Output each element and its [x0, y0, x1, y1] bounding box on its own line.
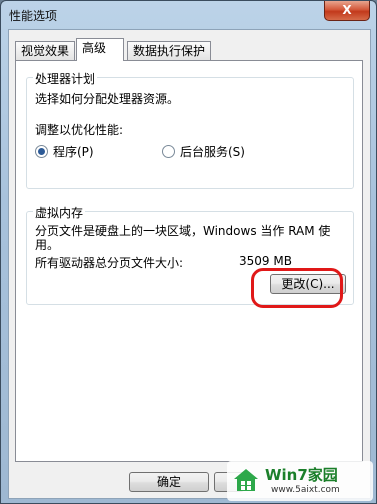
- close-icon: X: [342, 3, 352, 17]
- processor-description: 选择如何分配处理器资源。: [35, 92, 180, 106]
- adjust-label: 调整以优化性能:: [35, 123, 124, 137]
- processor-group-title: 处理器计划: [33, 70, 98, 87]
- title-bar[interactable]: 性能选项 X: [1, 1, 376, 29]
- background-services-radio-label[interactable]: 后台服务(S): [180, 143, 245, 160]
- house-logo-icon: [234, 469, 258, 491]
- dialog-client-area: 视觉效果 高级 数据执行保护 处理器计划 选择如何分配处理器资源。 调整以优化性…: [8, 29, 371, 499]
- tab-dep[interactable]: 数据执行保护: [127, 41, 212, 60]
- virtual-memory-description-line1: 分页文件是硬盘上的一块区域，Windows 当作 RAM 使: [35, 224, 331, 238]
- ok-button[interactable]: 确定: [129, 472, 209, 492]
- tab-visual-effects[interactable]: 视觉效果: [15, 41, 76, 60]
- background-services-radio[interactable]: [162, 145, 175, 158]
- highlight-annotation: [251, 268, 343, 308]
- close-button[interactable]: X: [324, 1, 370, 21]
- watermark: Win7家园 www.5aixt.com: [227, 461, 373, 501]
- watermark-brand: Win7家园: [265, 466, 338, 484]
- window-title: 性能选项: [9, 9, 58, 23]
- paging-total-label: 所有驱动器总分页文件大小:: [35, 256, 184, 270]
- processor-scheduling-group: 处理器计划 选择如何分配处理器资源。 调整以优化性能: 程序(P) 后台服务(S…: [26, 70, 354, 189]
- virtual-memory-description-line2: 用。: [35, 238, 60, 252]
- programs-radio[interactable]: [35, 145, 48, 158]
- advanced-tab-panel: 处理器计划 选择如何分配处理器资源。 调整以优化性能: 程序(P) 后台服务(S…: [15, 60, 363, 462]
- programs-radio-label[interactable]: 程序(P): [53, 143, 94, 160]
- paging-total-value: 3509 MB: [239, 254, 292, 268]
- watermark-url: www.5aixt.com: [271, 485, 340, 495]
- tab-advanced[interactable]: 高级: [76, 38, 124, 61]
- performance-options-window: 性能选项 X 视觉效果 高级 数据执行保护 处理器计划 选择如何分配处理器资源。…: [0, 0, 377, 504]
- virtual-memory-group-title: 虚拟内存: [33, 204, 86, 221]
